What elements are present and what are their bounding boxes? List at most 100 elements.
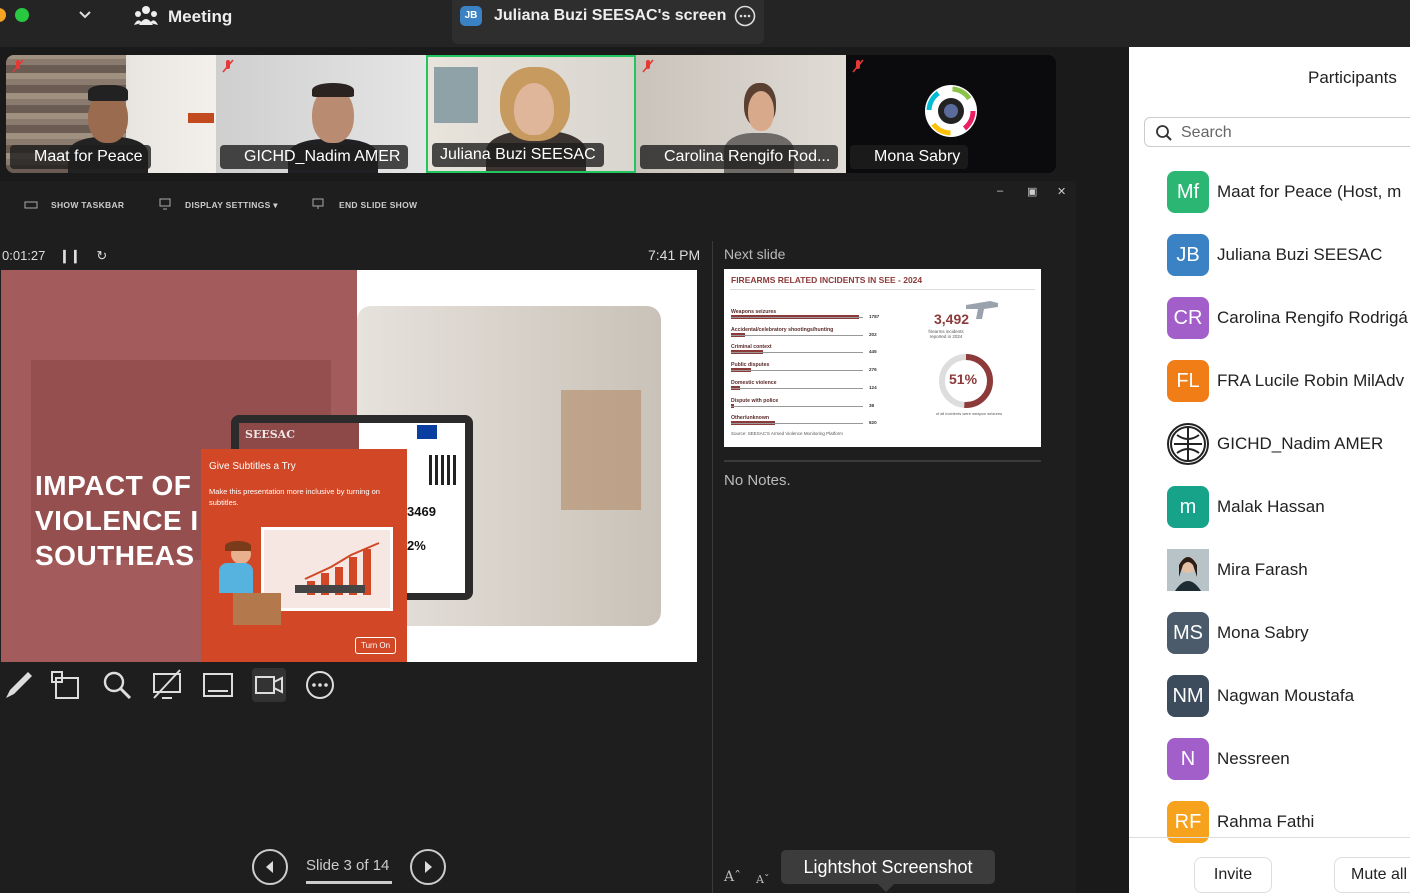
pause-icon[interactable]: ❙❙ (59, 248, 81, 263)
sharer-badge: JB (460, 6, 482, 26)
incident-row-track (731, 352, 863, 354)
participant-row[interactable]: GICHD_Nadim AMER (1167, 423, 1410, 467)
turn-on-subtitles-button[interactable]: Turn On (355, 637, 397, 654)
muted-mic-icon (12, 59, 24, 73)
participant-name-label: GICHD_Nadim AMER (220, 145, 409, 169)
laptop-stat-percent: 2% (407, 538, 426, 553)
participant-avatar (1167, 549, 1209, 591)
lightshot-tooltip: Lightshot Screenshot (781, 850, 995, 884)
participant-name: FRA Lucile Robin MilAdv (1217, 371, 1405, 390)
incident-row-track (731, 387, 863, 389)
speaker-notes[interactable]: No Notes. (724, 472, 791, 489)
timer-value: 0:01:27 (2, 248, 46, 263)
participant-row[interactable]: RF Rahma Fathi (1167, 801, 1410, 845)
incident-row-track (731, 334, 863, 336)
participant-name-label: Juliana Buzi SEESAC (432, 143, 604, 167)
participant-row[interactable]: NM Nagwan Moustafa (1167, 675, 1410, 719)
screen-share-title: Juliana Buzi SEESAC's screen (494, 7, 727, 24)
subtitles-popup: Give Subtitles a Try Make this presentat… (201, 449, 407, 662)
invite-button[interactable]: Invite (1194, 857, 1272, 893)
show-taskbar-button[interactable]: SHOW TASKBAR (51, 200, 124, 210)
increase-font-icon[interactable]: Aˆ (724, 869, 741, 885)
participants-title: Participants (1308, 68, 1397, 87)
screen-share-tab[interactable]: JB Juliana Buzi SEESAC's screen (452, 0, 764, 44)
restore-button[interactable]: ▣ (1027, 185, 1037, 198)
camera-lens-logo (925, 85, 977, 137)
slide-timer: 0:01:27 ❙❙ ↻ (2, 248, 107, 264)
video-strip: Maat for Peace GICHD_Nadim AMER Juliana … (6, 55, 1056, 173)
next-arrow-icon (425, 861, 432, 873)
participant-search-input[interactable]: Search (1144, 117, 1410, 147)
more-options-icon[interactable] (734, 5, 756, 27)
participant-row[interactable]: JB Juliana Buzi SEESAC (1167, 234, 1410, 278)
chevron-down-icon[interactable] (78, 10, 92, 20)
current-slide[interactable]: SEESAC 3469 2% IMPACT OF VIOLENCE I SOUT… (1, 270, 697, 662)
video-tile[interactable]: Carolina Rengifo Rod... (636, 55, 846, 173)
video-tile[interactable]: Maat for Peace (6, 55, 216, 173)
previous-slide-button[interactable] (252, 849, 288, 885)
qr-code (429, 455, 459, 485)
video-tile-active-speaker[interactable]: Juliana Buzi SEESAC (426, 55, 636, 173)
pane-separator[interactable] (712, 241, 713, 893)
participant-row[interactable]: Mf Maat for Peace (Host, m (1167, 171, 1410, 215)
meeting-label[interactable]: Meeting (168, 7, 232, 27)
participant-row[interactable]: m Malak Hassan (1167, 486, 1410, 530)
pen-icon[interactable] (2, 668, 36, 702)
gun-icon (966, 301, 998, 319)
presenter-view: SHOW TASKBAR DISPLAY SETTINGS ▾ END SLID… (0, 181, 1076, 893)
incident-row-value: 38 (869, 402, 875, 408)
participant-avatar: NM (1167, 675, 1209, 717)
meeting-people-icon (134, 6, 158, 25)
next-slide-preview[interactable]: FIREARMS RELATED INCIDENTS IN SEE - 2024… (724, 269, 1041, 447)
minimize-button[interactable]: – (997, 185, 1003, 197)
window-zoom-dot[interactable] (15, 8, 29, 22)
incident-row-label: Dispute with police (731, 397, 779, 404)
participant-name: Juliana Buzi SEESAC (1217, 245, 1383, 264)
next-slide-button[interactable] (410, 849, 446, 885)
mute-all-button[interactable]: Mute all (1334, 857, 1410, 893)
popup-title: Give Subtitles a Try (209, 461, 296, 472)
incident-row-value: 124 (869, 384, 877, 390)
participant-row[interactable]: Mira Farash (1167, 549, 1410, 593)
participant-head (748, 91, 774, 131)
subtitles-icon[interactable] (201, 668, 235, 702)
percent-caption: of all incidents were weapon seizures (935, 411, 1003, 416)
see-all-slides-icon[interactable] (48, 668, 82, 702)
participant-avatar: m (1167, 486, 1209, 528)
more-options-icon[interactable] (303, 668, 337, 702)
video-tile[interactable]: GICHD_Nadim AMER (216, 55, 426, 173)
participant-row[interactable]: CR Carolina Rengifo Rodrigá (1167, 297, 1410, 341)
participant-name-label: Mona Sabry (850, 145, 969, 169)
participants-panel: Participants Search Mf Maat for Peace (Ho… (1129, 47, 1410, 893)
video-tile[interactable]: Mona Sabry (846, 55, 1056, 173)
muted-mic-icon (852, 59, 864, 73)
slide-counter: Slide 3 of 14 (306, 857, 390, 874)
participant-name: Mona Sabry (1217, 623, 1309, 642)
incident-row-value: 276 (869, 367, 877, 373)
slide-progress (306, 881, 392, 884)
decrease-font-icon[interactable]: Aˇ (756, 873, 769, 886)
laptop-stat-number: 3469 (407, 504, 436, 519)
black-screen-icon[interactable] (150, 668, 184, 702)
end-slide-show-button[interactable]: END SLIDE SHOW (339, 200, 417, 210)
participant-name: Nagwan Moustafa (1217, 686, 1355, 705)
participant-avatar: JB (1167, 234, 1209, 276)
window-minimize-dot[interactable] (0, 8, 6, 22)
tooltip-pointer (878, 884, 894, 892)
search-placeholder: Search (1181, 124, 1232, 141)
participant-row[interactable]: FL FRA Lucile Robin MilAdv (1167, 360, 1410, 404)
participant-row[interactable]: MS Mona Sabry (1167, 612, 1410, 656)
illustration-keyboard (295, 585, 365, 593)
meeting-top-bar: Meeting JB Juliana Buzi SEESAC's screen (0, 0, 1410, 47)
participant-row[interactable]: N Nessreen (1167, 738, 1410, 782)
current-time: 7:41 PM (648, 247, 701, 263)
display-settings-button[interactable]: DISPLAY SETTINGS ▾ (185, 200, 278, 211)
slide-navigation: Slide 3 of 14 (252, 849, 446, 885)
close-button[interactable]: ✕ (1057, 185, 1066, 198)
taskbar-icon (24, 201, 38, 209)
reset-timer-icon[interactable]: ↻ (96, 248, 107, 263)
globe-logo-icon (1170, 426, 1206, 462)
camera-toggle-icon[interactable] (252, 668, 286, 702)
zoom-icon[interactable] (100, 668, 134, 702)
incident-row-value: 202 (869, 331, 877, 337)
